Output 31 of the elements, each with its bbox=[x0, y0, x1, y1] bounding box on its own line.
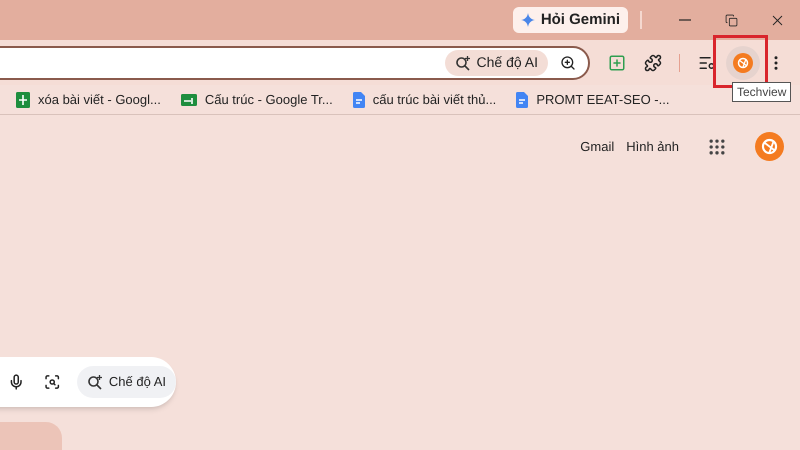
apps-icon[interactable] bbox=[707, 136, 727, 156]
extensions-icon[interactable] bbox=[644, 54, 662, 72]
minimize-icon bbox=[679, 19, 691, 21]
sparkle-icon bbox=[520, 13, 535, 27]
add-icon[interactable] bbox=[608, 54, 626, 72]
header-link[interactable]: Gmail bbox=[580, 136, 614, 156]
ai-mode-chip[interactable]: Chế độ AI bbox=[444, 50, 548, 76]
document-icon bbox=[352, 92, 365, 108]
mic-icon[interactable] bbox=[8, 373, 24, 391]
spreadsheet-icon bbox=[16, 92, 30, 108]
document-icon bbox=[516, 92, 528, 108]
bookmark-item[interactable]: xóa bài viết - Googl... bbox=[16, 90, 161, 110]
ai-search-icon bbox=[86, 374, 103, 390]
search-box[interactable]: Chế độ AI bbox=[0, 357, 176, 407]
header-link[interactable]: Hình ảnh bbox=[626, 136, 679, 156]
ai-mode-chip[interactable]: Chế độ AI bbox=[76, 366, 176, 398]
profile-button[interactable] bbox=[726, 46, 760, 80]
bookmark-item[interactable]: PROMT EEAT-SEO -... bbox=[516, 90, 670, 110]
bookmark-item[interactable]: Cấu trúc - Google Tr... bbox=[180, 90, 333, 110]
bookmark-item[interactable]: cấu trúc bài viết thủ... bbox=[352, 90, 496, 110]
profile-avatar-icon[interactable] bbox=[733, 52, 753, 72]
ai-search-icon bbox=[454, 54, 470, 70]
address-bar[interactable]: Chế độ AI bbox=[0, 46, 590, 80]
zoom-icon[interactable] bbox=[560, 54, 576, 70]
slides-icon bbox=[180, 94, 197, 106]
account-avatar-icon[interactable] bbox=[755, 132, 784, 161]
tooltip: Techview bbox=[732, 82, 792, 102]
panel-background bbox=[0, 422, 62, 450]
camera-search-icon[interactable] bbox=[44, 373, 61, 391]
gemini-button[interactable]: Hỏi Gemini bbox=[512, 7, 628, 33]
restore-icon bbox=[724, 14, 738, 26]
